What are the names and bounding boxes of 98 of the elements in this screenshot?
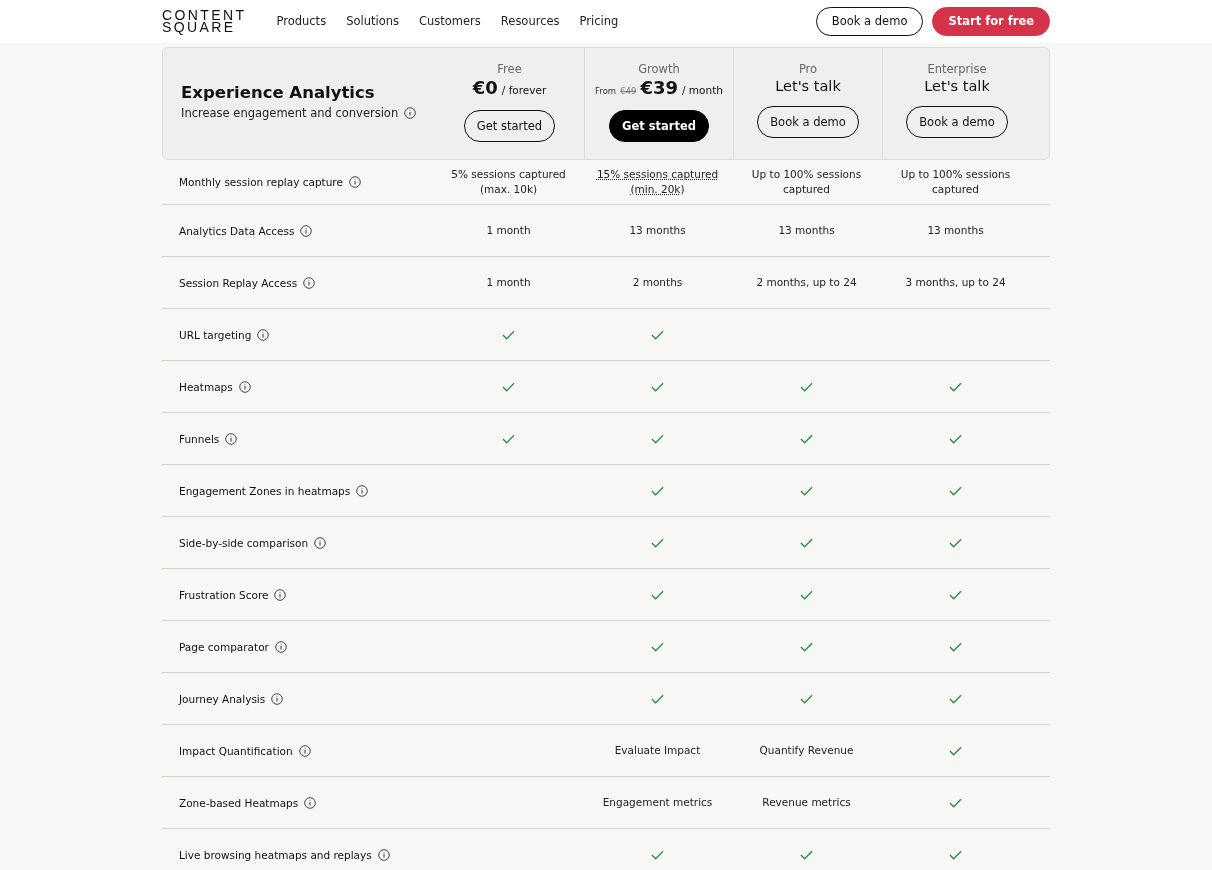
checkmark-icon: [949, 641, 962, 652]
price-period: / forever: [501, 84, 547, 96]
plan-button[interactable]: Get started: [608, 110, 709, 142]
logo[interactable]: CONTENT SQUARE: [162, 9, 247, 33]
checkmark-icon: [502, 433, 515, 444]
feature-label: URL targeting: [179, 328, 252, 341]
checkmark-icon: [949, 537, 962, 548]
checkmark-icon: [800, 693, 813, 704]
info-icon[interactable]: [404, 107, 417, 119]
checkmark-icon: [651, 485, 664, 496]
feature-label: Analytics Data Access: [179, 224, 295, 237]
feature-value: Quantify Revenue: [759, 743, 854, 758]
feature-label: Side-by-side comparison: [179, 536, 309, 549]
feature-value: 13 months: [629, 223, 686, 238]
info-icon[interactable]: [356, 484, 369, 497]
info-icon[interactable]: [225, 432, 238, 445]
info-icon[interactable]: [298, 744, 311, 757]
nav-link[interactable]: Customers: [418, 14, 481, 28]
feature-value: 1 month: [486, 223, 531, 238]
section-title: Experience Analytics: [181, 83, 376, 102]
checkmark-icon: [651, 849, 664, 860]
plan-name: Growth: [638, 62, 680, 76]
feature-label: Page comparator: [179, 640, 269, 653]
checkmark-icon: [949, 485, 962, 496]
checkmark-icon: [949, 745, 962, 756]
feature-label: Zone-based Heatmaps: [179, 796, 299, 809]
checkmark-icon: [949, 693, 962, 704]
price-period: / month: [681, 84, 723, 96]
plan-price: €0: [472, 77, 498, 98]
section-subtitle: Increase engagement and conversion: [181, 106, 399, 120]
checkmark-icon: [800, 381, 813, 392]
checkmark-icon: [800, 589, 813, 600]
nav-link[interactable]: Products: [276, 14, 327, 28]
info-icon[interactable]: [274, 588, 287, 601]
checkmark-icon: [800, 433, 813, 444]
feature-value: 13 months: [778, 223, 835, 238]
checkmark-icon: [949, 381, 962, 392]
info-icon[interactable]: [238, 380, 251, 393]
plan-name: Enterprise: [927, 62, 987, 76]
checkmark-icon: [800, 641, 813, 652]
old-price: €49: [620, 86, 637, 96]
checkmark-icon: [651, 537, 664, 548]
checkmark-icon: [800, 485, 813, 496]
feature-value: 5% sessions captured (max. 10k): [450, 167, 567, 197]
plan-name: Pro: [798, 62, 818, 76]
book-demo-button[interactable]: Book a demo: [815, 6, 924, 36]
nav-link[interactable]: Solutions: [346, 14, 399, 28]
info-icon[interactable]: [271, 692, 284, 705]
feature-value: 1 month: [486, 275, 531, 290]
feature-label: Live browsing heatmaps and replays: [179, 848, 372, 861]
feature-label: Monthly session replay capture: [179, 176, 343, 188]
feature-label: Engagement Zones in heatmaps: [179, 484, 351, 497]
nav-link[interactable]: Pricing: [579, 14, 619, 28]
checkmark-icon: [651, 329, 664, 340]
from-label: From: [595, 86, 617, 96]
info-icon[interactable]: [257, 328, 270, 341]
plan-price: Let's talk: [924, 78, 990, 94]
info-icon[interactable]: [348, 176, 361, 188]
checkmark-icon: [651, 589, 664, 600]
checkmark-icon: [502, 329, 515, 340]
feature-value: 2 months: [632, 275, 683, 290]
checkmark-icon: [651, 433, 664, 444]
feature-value: Revenue metrics: [762, 795, 851, 810]
checkmark-icon: [651, 381, 664, 392]
feature-value: 2 months, up to 24: [756, 275, 857, 290]
feature-label: Impact Quantification: [179, 744, 293, 757]
checkmark-icon: [800, 537, 813, 548]
feature-label: Session Replay Access: [179, 276, 298, 289]
start-free-button[interactable]: Start for free: [932, 6, 1050, 36]
info-icon[interactable]: [303, 276, 316, 289]
feature-value: Up to 100% sessions captured: [899, 167, 1012, 197]
checkmark-icon: [949, 797, 962, 808]
checkmark-icon: [949, 849, 962, 860]
feature-value: Engagement metrics: [602, 795, 713, 810]
checkmark-icon: [651, 641, 664, 652]
feature-label: Frustration Score: [179, 588, 269, 601]
feature-value: 3 months, up to 24: [905, 275, 1006, 290]
plan-price: Let's talk: [775, 78, 841, 94]
info-icon[interactable]: [300, 224, 313, 237]
checkmark-icon: [502, 381, 515, 392]
info-icon[interactable]: [304, 796, 317, 809]
info-icon[interactable]: [274, 640, 287, 653]
feature-value[interactable]: 15% sessions captured (min. 20k): [596, 167, 719, 197]
feature-value: Up to 100% sessions captured: [750, 167, 863, 197]
feature-label: Journey Analysis: [179, 692, 266, 705]
feature-label: Funnels: [179, 432, 220, 445]
plan-price: €39: [640, 77, 678, 98]
feature-value: 13 months: [927, 223, 984, 238]
plan-name: Free: [497, 62, 522, 76]
checkmark-icon: [949, 433, 962, 444]
nav-link[interactable]: Resources: [500, 14, 560, 28]
feature-value: Evaluate Impact: [614, 743, 701, 758]
info-icon[interactable]: [377, 848, 390, 861]
info-icon[interactable]: [314, 536, 327, 549]
checkmark-icon: [800, 849, 813, 860]
checkmark-icon: [651, 693, 664, 704]
feature-label: Heatmaps: [179, 380, 233, 393]
checkmark-icon: [949, 589, 962, 600]
